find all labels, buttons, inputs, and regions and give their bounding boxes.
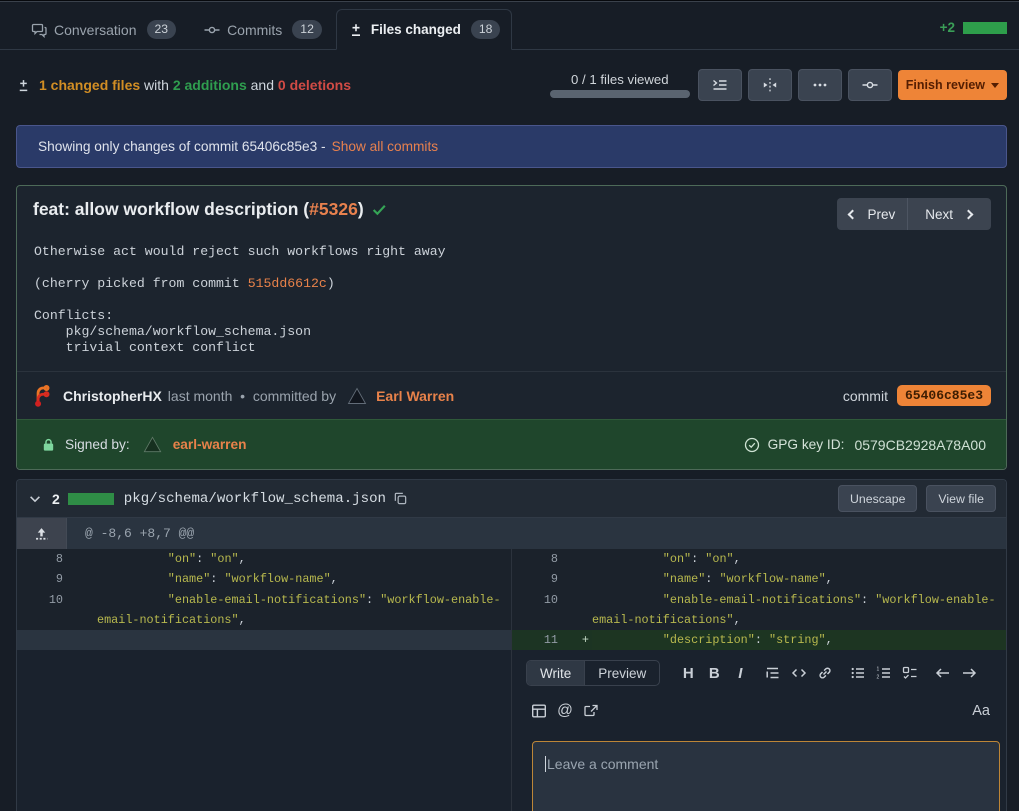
svg-text:2: 2 <box>877 675 880 681</box>
svg-text:1: 1 <box>877 667 880 673</box>
